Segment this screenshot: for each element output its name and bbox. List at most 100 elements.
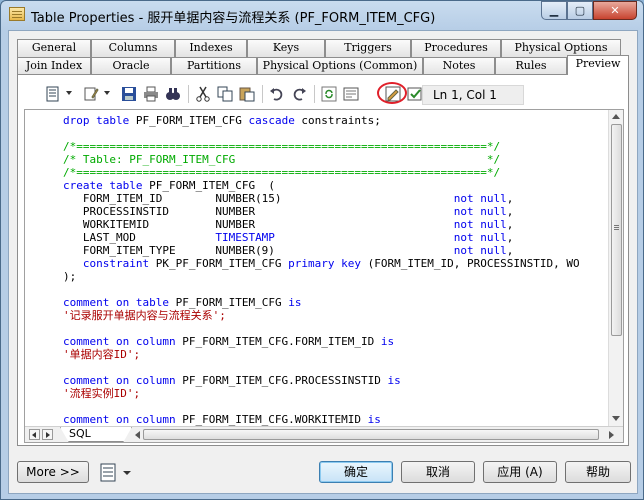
sql-tab[interactable]: SQL bbox=[60, 427, 132, 442]
cursor-position: Ln 1, Col 1 bbox=[422, 85, 524, 105]
keyword: constraint bbox=[63, 257, 150, 270]
edit-icon[interactable] bbox=[82, 85, 100, 103]
column-name: FORM_ITEM_ID bbox=[63, 192, 216, 205]
tab-keys[interactable]: Keys bbox=[247, 39, 325, 57]
comment-statement-line: comment on column PF_FORM_ITEM_CFG.FORM_… bbox=[63, 335, 394, 348]
dialog-body: General Columns Indexes Keys Triggers Pr… bbox=[8, 30, 638, 494]
scroll-left-icon[interactable] bbox=[135, 431, 140, 439]
identifier: constraints; bbox=[294, 114, 381, 127]
identifier: PF_FORM_ITEM_CFG bbox=[168, 296, 289, 309]
window-title: Table Properties - 服开单据内容与流程关系 (PF_FORM_… bbox=[31, 11, 436, 26]
edit-dropdown-arrow[interactable] bbox=[104, 91, 110, 95]
tab-preview[interactable]: Preview bbox=[567, 55, 629, 75]
column-padding bbox=[282, 192, 454, 205]
comment-statement-line: comment on column PF_FORM_ITEM_CFG.PROCE… bbox=[63, 374, 401, 387]
find-icon[interactable] bbox=[164, 85, 182, 103]
print-icon[interactable] bbox=[142, 85, 160, 103]
identifier: PK_PF_FORM_ITEM_CFG bbox=[149, 257, 289, 270]
cancel-button[interactable]: 取消 bbox=[401, 461, 475, 483]
tab-left-icon[interactable] bbox=[29, 429, 40, 440]
column-type: NUMBER bbox=[215, 205, 256, 218]
column-definition-line: PROCESSINSTID NUMBER not null, bbox=[63, 205, 514, 218]
tab-join-index[interactable]: Join Index bbox=[17, 57, 91, 75]
copy-icon[interactable] bbox=[216, 85, 234, 103]
refresh-icon[interactable] bbox=[320, 85, 338, 103]
code-line: create table PF_FORM_ITEM_CFG ( bbox=[63, 179, 275, 192]
preview-panel: Ln 1, Col 1 drop table PF_FORM_ITEM_CFG … bbox=[17, 74, 629, 446]
editor-tab-bar: SQL bbox=[25, 426, 623, 442]
vertical-scrollbar[interactable] bbox=[608, 110, 623, 426]
identifier: PF_FORM_ITEM_CFG.PROCESSINSTID bbox=[175, 374, 388, 387]
redo-icon[interactable] bbox=[290, 85, 308, 103]
scroll-thumb[interactable] bbox=[611, 124, 622, 336]
apply-button[interactable]: 应用 (A) bbox=[483, 461, 557, 483]
table-icon bbox=[9, 7, 25, 21]
tab-procedures[interactable]: Procedures bbox=[411, 39, 501, 57]
keyword: cascade bbox=[248, 114, 295, 127]
column-definition-line: FORM_ITEM_TYPE NUMBER(9) not null, bbox=[63, 244, 514, 257]
column-padding bbox=[275, 244, 454, 257]
tab-oracle[interactable]: Oracle bbox=[91, 57, 171, 75]
help-button[interactable]: 帮助 bbox=[565, 461, 631, 483]
code-area[interactable]: drop table PF_FORM_ITEM_CFG cascade cons… bbox=[25, 110, 609, 426]
tab-triggers[interactable]: Triggers bbox=[325, 39, 411, 57]
code-line: drop table PF_FORM_ITEM_CFG cascade cons… bbox=[63, 114, 381, 127]
tab-notes[interactable]: Notes bbox=[423, 57, 495, 75]
title-bar[interactable]: Table Properties - 服开单据内容与流程关系 (PF_FORM_… bbox=[1, 1, 643, 29]
show-generation-icon[interactable] bbox=[342, 85, 360, 103]
not-null-keyword: not null bbox=[453, 231, 507, 244]
keyword: comment on bbox=[63, 335, 130, 348]
horizontal-scroll-thumb[interactable] bbox=[143, 429, 599, 440]
column-definition-line: WORKITEMID NUMBER not null, bbox=[63, 218, 514, 231]
options-dropdown-arrow[interactable] bbox=[66, 91, 72, 95]
tab-indexes[interactable]: Indexes bbox=[175, 39, 247, 57]
table-properties-window: Table Properties - 服开单据内容与流程关系 (PF_FORM_… bbox=[0, 0, 644, 500]
code-line: constraint PK_PF_FORM_ITEM_CFG primary k… bbox=[63, 257, 580, 270]
toolbar-separator bbox=[314, 85, 315, 103]
keyword: comment on bbox=[63, 374, 130, 387]
more-button[interactable]: More >> bbox=[17, 461, 89, 483]
column-padding bbox=[275, 231, 454, 244]
toolbar-separator bbox=[188, 85, 189, 103]
options-icon[interactable] bbox=[44, 85, 62, 103]
tab-right-icon[interactable] bbox=[42, 429, 53, 440]
scroll-down-icon[interactable] bbox=[612, 416, 620, 421]
keyword: column bbox=[129, 413, 176, 426]
sql-editor[interactable]: drop table PF_FORM_ITEM_CFG cascade cons… bbox=[24, 109, 624, 443]
tab-partitions[interactable]: Partitions bbox=[171, 57, 257, 75]
grip-icon bbox=[614, 225, 619, 226]
comment-text-line: '流程实例ID'; bbox=[63, 387, 141, 400]
maximize-button[interactable]: ▢ bbox=[567, 1, 593, 20]
identifier: PF_FORM_ITEM_CFG ( bbox=[142, 179, 275, 192]
column-name: PROCESSINSTID bbox=[63, 205, 216, 218]
keyword: comment on bbox=[63, 296, 130, 309]
options-menu-button[interactable] bbox=[99, 462, 139, 484]
not-null-keyword: not null bbox=[453, 244, 507, 257]
tab-physical-options-common[interactable]: Physical Options (Common) bbox=[257, 57, 423, 75]
keyword: is bbox=[380, 335, 395, 348]
code-line: ); bbox=[63, 270, 77, 283]
ok-button[interactable]: 确定 bbox=[319, 461, 393, 483]
column-tail: , bbox=[506, 192, 514, 205]
save-icon[interactable] bbox=[120, 85, 138, 103]
scroll-right-icon[interactable] bbox=[609, 431, 614, 439]
minimize-button[interactable]: ▁ bbox=[541, 1, 567, 20]
undo-icon[interactable] bbox=[268, 85, 286, 103]
not-null-keyword: not null bbox=[453, 218, 507, 231]
cut-icon[interactable] bbox=[194, 85, 212, 103]
column-padding bbox=[255, 218, 454, 231]
column-type: NUMBER(15) bbox=[215, 192, 282, 205]
tab-general[interactable]: General bbox=[17, 39, 91, 57]
column-padding bbox=[255, 205, 454, 218]
tab-columns[interactable]: Columns bbox=[91, 39, 175, 57]
comment-statement-line: comment on column PF_FORM_ITEM_CFG.WORKI… bbox=[63, 413, 381, 426]
tab-rules[interactable]: Rules bbox=[495, 57, 567, 75]
keyword: is bbox=[367, 413, 381, 426]
not-null-keyword: not null bbox=[453, 205, 507, 218]
paste-icon[interactable] bbox=[238, 85, 256, 103]
not-null-keyword: not null bbox=[453, 192, 507, 205]
close-button[interactable]: ✕ bbox=[593, 1, 637, 20]
column-tail: , bbox=[506, 244, 514, 257]
scroll-up-icon[interactable] bbox=[612, 114, 620, 119]
keyword: table bbox=[129, 296, 169, 309]
